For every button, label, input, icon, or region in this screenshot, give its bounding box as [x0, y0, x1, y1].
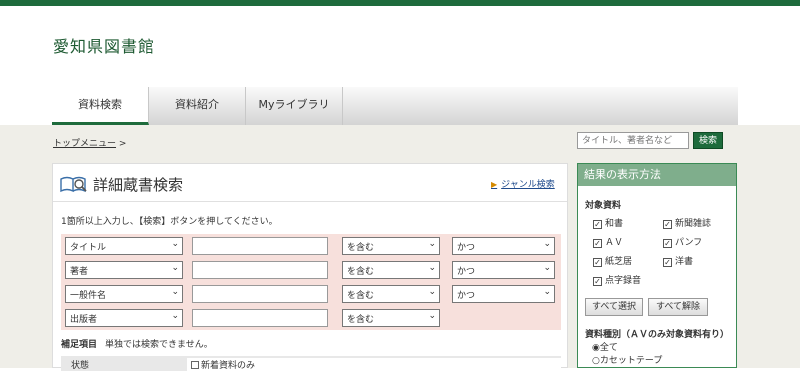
arrow-right-icon: ▶	[491, 180, 498, 189]
target-newspapers[interactable]: ✓ 新聞雑誌	[663, 216, 711, 229]
chevron-down-icon: ⌄	[428, 287, 436, 297]
target-label: 新聞雑誌	[675, 219, 712, 229]
term-input-1[interactable]	[192, 237, 328, 255]
target-label: パンフ	[675, 238, 703, 248]
new-only-option[interactable]: 新着資料のみ	[187, 358, 561, 373]
chevron-down-icon: ⌄	[171, 263, 179, 273]
top-accent-bar	[0, 0, 800, 6]
chevron-down-icon: ⌄	[543, 263, 551, 273]
op-select-3[interactable]: かつ ⌄	[452, 285, 555, 303]
tab-material-search[interactable]: 資料検索	[52, 87, 149, 125]
match-select-2[interactable]: を含む ⌄	[342, 261, 440, 279]
breadcrumb: トップメニュー >	[53, 136, 126, 149]
main-nav: 資料検索 資料紹介 Myライブラリ	[52, 87, 738, 125]
term-input-2[interactable]	[192, 261, 328, 279]
checkbox-checked-icon: ✓	[663, 220, 672, 229]
match-select-4-value: を含む	[347, 315, 375, 325]
type-label: 全て	[599, 343, 618, 353]
field-select-3-value: 一般件名	[70, 291, 107, 301]
target-label: 洋書	[675, 257, 694, 267]
target-label: 和書	[605, 219, 624, 229]
target-label: 紙芝居	[605, 257, 633, 267]
field-select-1-value: タイトル	[70, 243, 107, 253]
quick-search-button[interactable]: 検索	[693, 132, 723, 149]
target-japanese-books[interactable]: ✓ 和書	[593, 216, 623, 229]
new-only-label: 新着資料のみ	[201, 361, 256, 371]
site-title[interactable]: 愛知県図書館	[53, 33, 155, 57]
supplement-note: 単独では検索できません。	[105, 340, 213, 350]
chevron-down-icon: ⌄	[428, 263, 436, 273]
chevron-down-icon: ⌄	[171, 311, 179, 321]
term-input-3[interactable]	[192, 285, 328, 303]
match-select-3[interactable]: を含む ⌄	[342, 285, 440, 303]
target-label: ＡＶ	[605, 238, 624, 248]
book-search-icon	[60, 176, 87, 193]
target-material-label: 対象資料	[585, 201, 622, 211]
breadcrumb-top-menu-link[interactable]: トップメニュー	[53, 139, 116, 149]
chevron-down-icon: ⌄	[428, 311, 436, 321]
breadcrumb-separator: >	[118, 139, 127, 149]
tab-my-library[interactable]: Myライブラリ	[246, 87, 343, 125]
panel-header: 詳細蔵書検索 ▶ ジャンル検索	[53, 164, 567, 202]
match-select-2-value: を含む	[347, 267, 375, 277]
term-input-4[interactable]	[192, 309, 328, 327]
search-instruction: 1箇所以上入力し、【検索】ボタンを押してください。	[61, 217, 278, 227]
op-select-3-value: かつ	[457, 291, 476, 301]
material-type-label: 資料種別（ＡＶのみ対象資料有り）	[585, 330, 730, 340]
chevron-down-icon: ⌄	[171, 239, 179, 249]
match-select-4[interactable]: を含む ⌄	[342, 309, 440, 327]
radio-selected-icon: ◉	[592, 343, 600, 353]
advanced-search-panel: 詳細蔵書検索 ▶ ジャンル検索 1箇所以上入力し、【検索】ボタンを押してください。…	[52, 163, 568, 373]
supplement-section: 補足項目 単独では検索できません。	[61, 337, 213, 350]
field-select-2-value: 著者	[70, 267, 89, 277]
checkbox-checked-icon: ✓	[663, 239, 672, 248]
checkbox-checked-icon: ✓	[663, 258, 672, 267]
target-pamphlets[interactable]: ✓ パンフ	[663, 235, 702, 248]
chevron-down-icon: ⌄	[428, 239, 436, 249]
target-av[interactable]: ✓ ＡＶ	[593, 235, 623, 248]
chevron-down-icon: ⌄	[543, 287, 551, 297]
genre-search-label: ジャンル検索	[501, 180, 555, 190]
type-label: カセットテープ	[599, 356, 663, 366]
deselect-all-button[interactable]: すべて解除	[648, 298, 708, 316]
result-display-panel: 結果の表示方法 対象資料 ✓ 和書 ✓ 新聞雑誌 ✓ ＡＶ ✓ パンフ ✓ 紙芝居 ✓ 洋書…	[577, 163, 737, 368]
type-option-all[interactable]: ◉全て	[592, 340, 618, 353]
field-select-3[interactable]: 一般件名 ⌄	[65, 285, 183, 303]
genre-search-link[interactable]: ▶ ジャンル検索	[491, 177, 555, 190]
target-braille-audio[interactable]: ✓ 点字録音	[593, 273, 641, 286]
match-select-3-value: を含む	[347, 291, 375, 301]
checkbox-checked-icon: ✓	[593, 220, 602, 229]
tab-material-intro[interactable]: 資料紹介	[149, 87, 246, 125]
checkbox-checked-icon: ✓	[593, 277, 602, 286]
type-option-cassette[interactable]: ○カセットテープ	[592, 353, 662, 366]
target-label: 点字録音	[605, 276, 642, 286]
radio-empty-icon: ○	[592, 356, 600, 366]
panel-title: 詳細蔵書検索	[93, 176, 184, 194]
supplement-label: 補足項目	[61, 340, 98, 350]
target-foreign-books[interactable]: ✓ 洋書	[663, 254, 693, 267]
op-select-2[interactable]: かつ ⌄	[452, 261, 555, 279]
field-select-4-value: 出版者	[70, 315, 98, 325]
status-label: 状態	[71, 361, 90, 371]
op-select-1-value: かつ	[457, 243, 476, 253]
checkbox-checked-icon: ✓	[593, 239, 602, 248]
search-criteria-grid: タイトル ⌄ を含む ⌄ かつ ⌄ 著者 ⌄ を含む ⌄ かつ ⌄ 一般件名 ⌄ を含む ⌄ か…	[61, 234, 561, 330]
side-panel-title: 結果の表示方法	[578, 164, 736, 186]
status-row: 状態 新着資料のみ	[61, 356, 561, 373]
match-select-1-value: を含む	[347, 243, 375, 253]
op-select-2-value: かつ	[457, 267, 476, 277]
field-select-4[interactable]: 出版者 ⌄	[65, 309, 183, 327]
select-all-button[interactable]: すべて選択	[585, 298, 643, 316]
field-select-1[interactable]: タイトル ⌄	[65, 237, 183, 255]
quick-search-input[interactable]	[577, 132, 689, 149]
target-kamishibai[interactable]: ✓ 紙芝居	[593, 254, 632, 267]
chevron-down-icon: ⌄	[543, 239, 551, 249]
checkbox-checked-icon: ✓	[593, 258, 602, 267]
chevron-down-icon: ⌄	[171, 287, 179, 297]
field-select-2[interactable]: 著者 ⌄	[65, 261, 183, 279]
match-select-1[interactable]: を含む ⌄	[342, 237, 440, 255]
op-select-1[interactable]: かつ ⌄	[452, 237, 555, 255]
